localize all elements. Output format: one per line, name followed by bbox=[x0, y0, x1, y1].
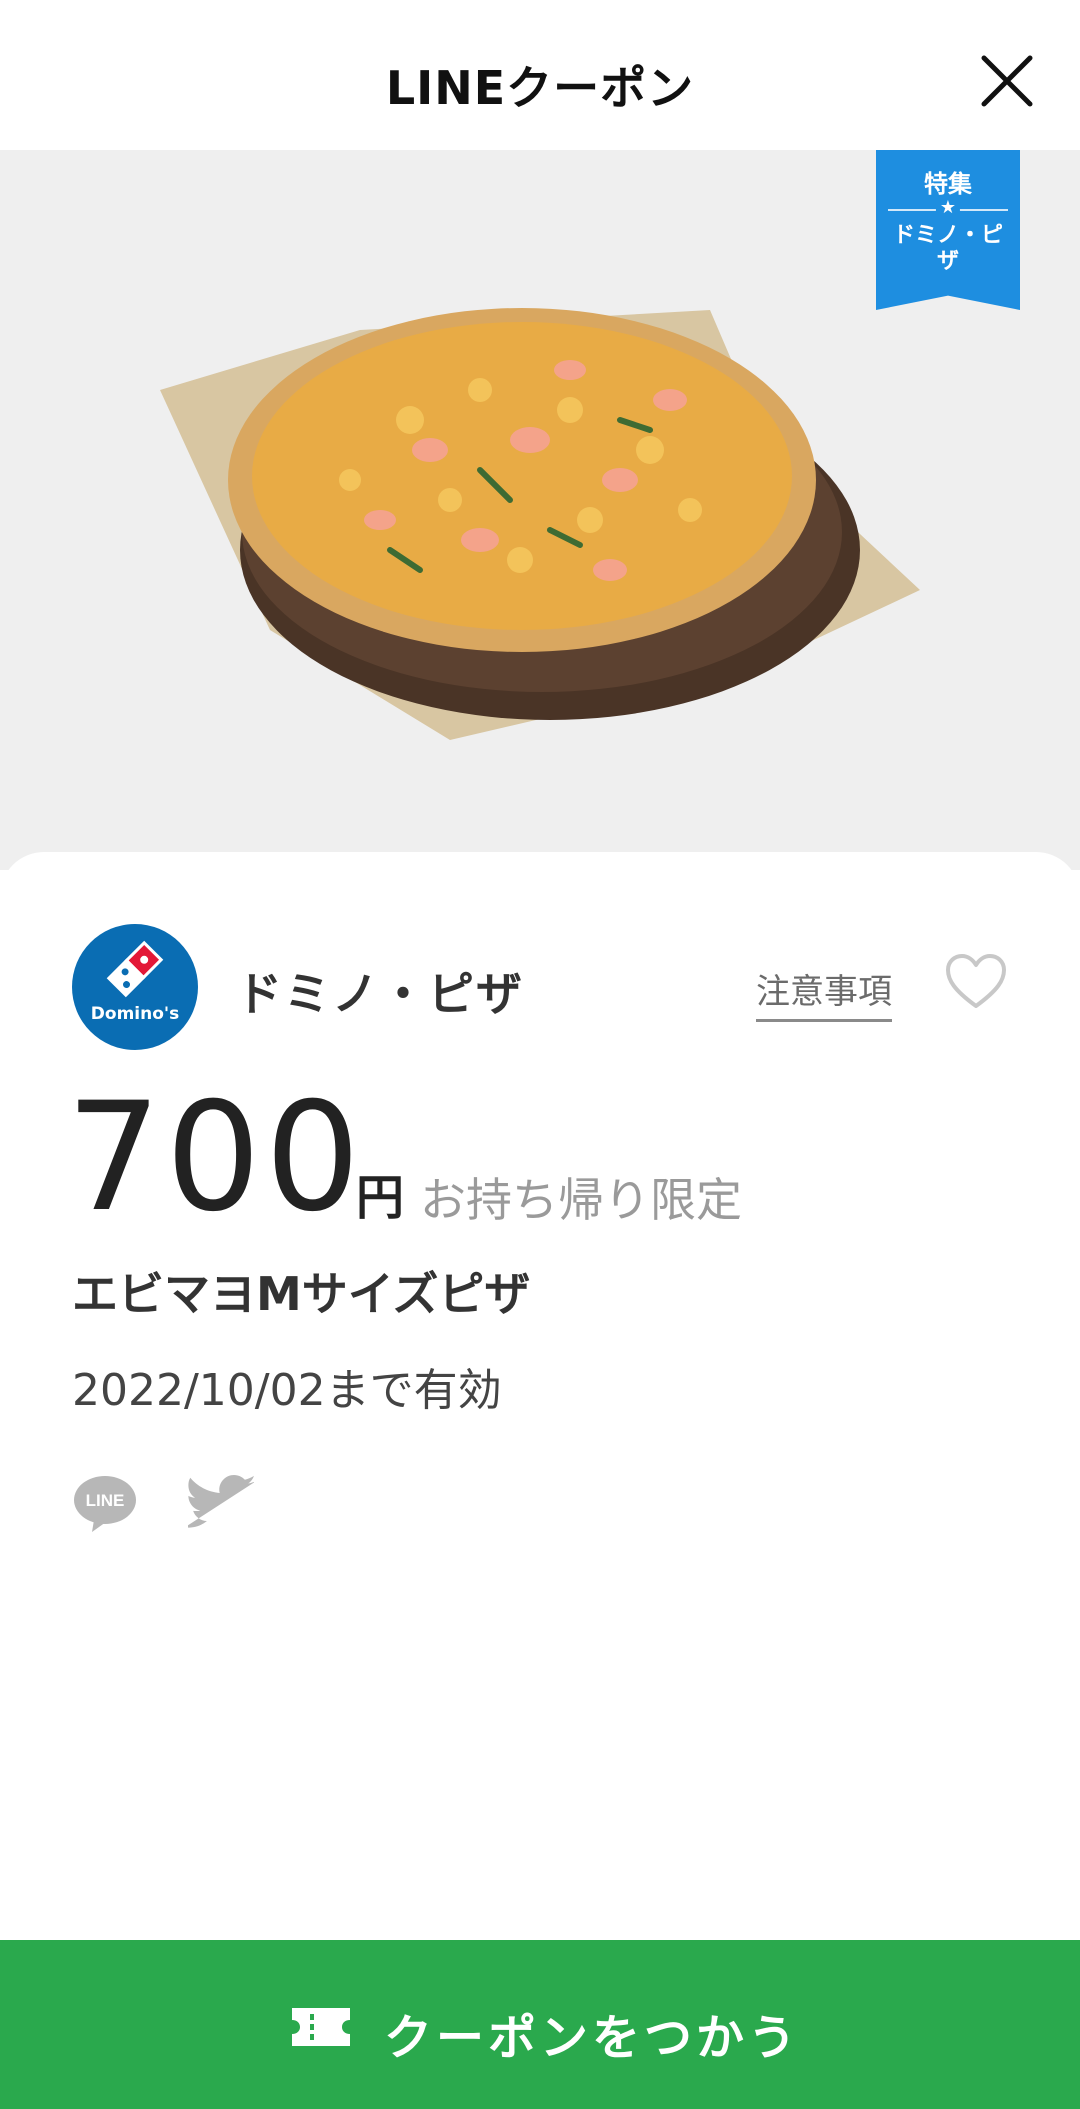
line-share-icon[interactable]: LINE bbox=[72, 1474, 138, 1534]
coupon-condition: お持ち帰り限定 bbox=[420, 1173, 742, 1227]
heart-icon[interactable] bbox=[944, 952, 1008, 1012]
badge-divider: ★ bbox=[888, 197, 1008, 219]
logo-text: Domino's bbox=[90, 1004, 180, 1024]
coupon-price: 700 bbox=[66, 1071, 365, 1245]
line-share-label: LINE bbox=[86, 1491, 125, 1510]
coupon-card: Domino's ドミノ・ピザ 注意事項 700 円 お持ち帰り限定 エビマヨM… bbox=[0, 852, 1080, 1942]
pizza-image bbox=[160, 308, 920, 740]
domino-tile-icon bbox=[106, 940, 164, 998]
shop-name: ドミノ・ピザ bbox=[236, 967, 524, 1021]
app-title: LINEクーポン bbox=[385, 61, 695, 115]
use-coupon-label: クーポンをつかう bbox=[384, 2010, 801, 2066]
header-bar: LINEクーポン bbox=[0, 0, 1080, 150]
close-icon[interactable] bbox=[978, 52, 1036, 110]
use-coupon-button[interactable]: クーポンをつかう bbox=[0, 1940, 1080, 2109]
badge-title: 特集 bbox=[924, 170, 972, 198]
valid-until: 2022/10/02まで有効 bbox=[72, 1365, 502, 1416]
badge-shop: ドミノ・ピザ bbox=[892, 223, 1003, 274]
feature-badge[interactable]: 特集 ★ ドミノ・ピザ bbox=[876, 150, 1020, 310]
item-name: エビマヨMサイズピザ bbox=[72, 1267, 531, 1321]
twitter-share-icon[interactable] bbox=[188, 1474, 254, 1530]
shop-logo: Domino's bbox=[72, 924, 198, 1050]
star-icon: ★ bbox=[935, 197, 961, 219]
ticket-icon bbox=[292, 2008, 350, 2046]
currency-label: 円 bbox=[356, 1170, 405, 1226]
coupon-hero: 特集 ★ ドミノ・ピザ bbox=[0, 150, 1080, 870]
notice-link[interactable]: 注意事項 bbox=[756, 964, 892, 1022]
